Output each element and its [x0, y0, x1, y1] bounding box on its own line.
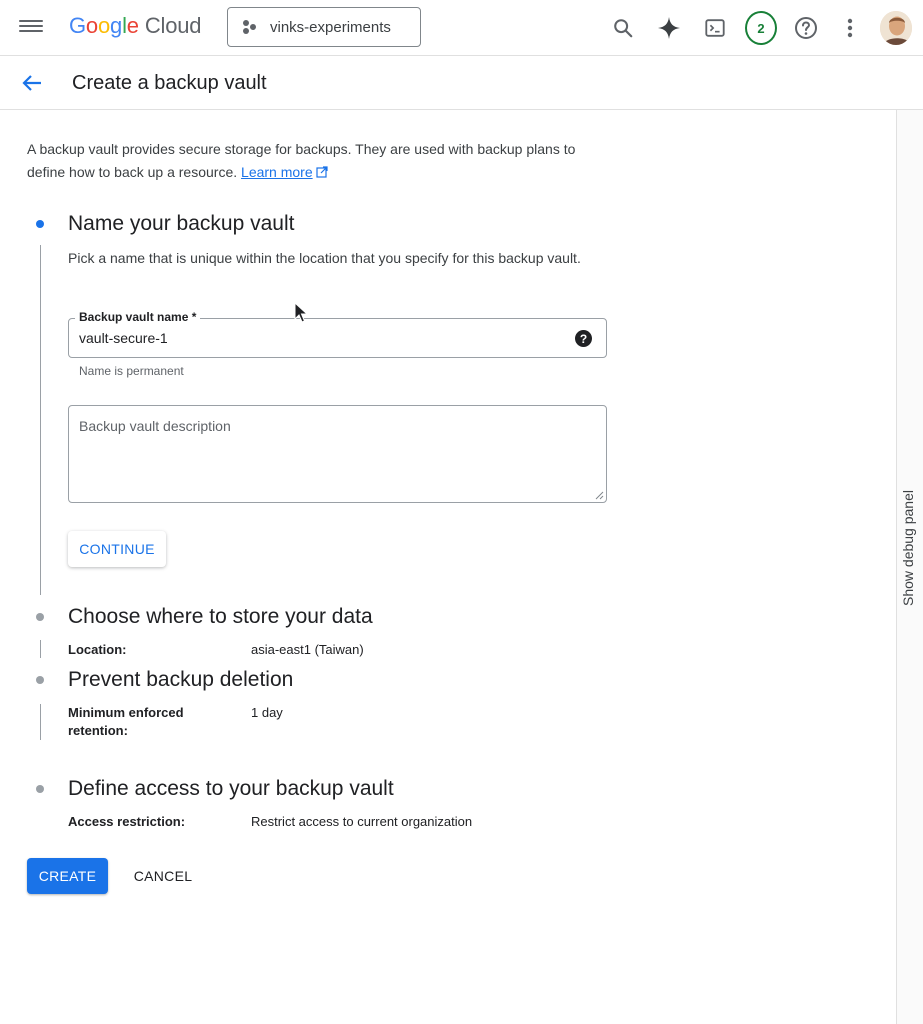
location-value: asia-east1 (Taiwan)	[251, 642, 364, 657]
cancel-button[interactable]: CANCEL	[121, 858, 205, 894]
stepper-connector	[40, 704, 41, 740]
gemini-sparkle-icon[interactable]	[653, 12, 685, 44]
step-title-location[interactable]: Choose where to store your data	[68, 605, 373, 629]
stepper-connector	[40, 245, 41, 595]
project-selector[interactable]: vinks-experiments	[227, 7, 421, 47]
step-title-name[interactable]: Name your backup vault	[68, 212, 294, 236]
access-restriction-label: Access restriction:	[68, 814, 186, 829]
project-icon	[242, 19, 258, 35]
page-title: Create a backup vault	[72, 72, 267, 94]
more-vert-icon[interactable]	[834, 12, 866, 44]
search-icon[interactable]	[607, 12, 639, 44]
backup-vault-name-field[interactable]: Backup vault name * vault-secure-1 ?	[68, 310, 607, 358]
step-title-deletion[interactable]: Prevent backup deletion	[68, 668, 293, 692]
learn-more-link[interactable]: Learn more	[241, 164, 313, 180]
notifications-badge[interactable]: 2	[745, 11, 777, 45]
create-button[interactable]: CREATE	[27, 858, 108, 894]
retention-label: Minimum enforced retention:	[68, 705, 184, 738]
retention-value: 1 day	[251, 705, 283, 720]
backup-vault-name-input[interactable]: vault-secure-1	[79, 330, 168, 346]
step-indicator-active	[36, 220, 44, 228]
help-icon[interactable]: ?	[575, 330, 592, 347]
notification-count: 2	[745, 11, 777, 45]
page-header: Create a backup vault	[0, 56, 923, 110]
show-debug-panel-button[interactable]: Show debug panel	[896, 470, 923, 620]
help-circle-icon[interactable]	[790, 12, 822, 44]
location-label: Location:	[68, 642, 127, 657]
external-link-icon	[316, 166, 328, 178]
google-cloud-logo[interactable]: Google Cloud	[69, 13, 201, 39]
name-permanent-hint: Name is permanent	[79, 364, 184, 378]
stepper-connector	[40, 640, 41, 658]
description-placeholder: Backup vault description	[79, 418, 231, 434]
hamburger-menu-icon[interactable]	[19, 17, 43, 39]
project-name: vinks-experiments	[270, 18, 391, 36]
intro-text: A backup vault provides secure storage f…	[27, 138, 617, 184]
cloud-shell-terminal-icon[interactable]	[699, 12, 731, 44]
back-arrow-icon[interactable]	[20, 71, 44, 95]
debug-panel-label: Show debug panel	[900, 490, 916, 606]
step-description: Pick a name that is unique within the lo…	[68, 250, 581, 266]
continue-button[interactable]: CONTINUE	[68, 531, 166, 567]
backup-vault-description-textarea[interactable]: Backup vault description	[68, 405, 607, 503]
resize-handle-icon[interactable]	[594, 490, 604, 500]
mouse-cursor-icon	[294, 302, 308, 323]
access-restriction-value: Restrict access to current organization	[251, 814, 473, 829]
step-indicator	[36, 785, 44, 793]
backup-vault-name-label: Backup vault name *	[75, 310, 201, 324]
top-bar: Google Cloud vinks-experiments 2	[0, 0, 923, 56]
step-title-access[interactable]: Define access to your backup vault	[68, 777, 394, 801]
step-indicator	[36, 676, 44, 684]
user-avatar[interactable]	[880, 11, 912, 45]
step-indicator	[36, 613, 44, 621]
avatar-image	[880, 11, 912, 45]
